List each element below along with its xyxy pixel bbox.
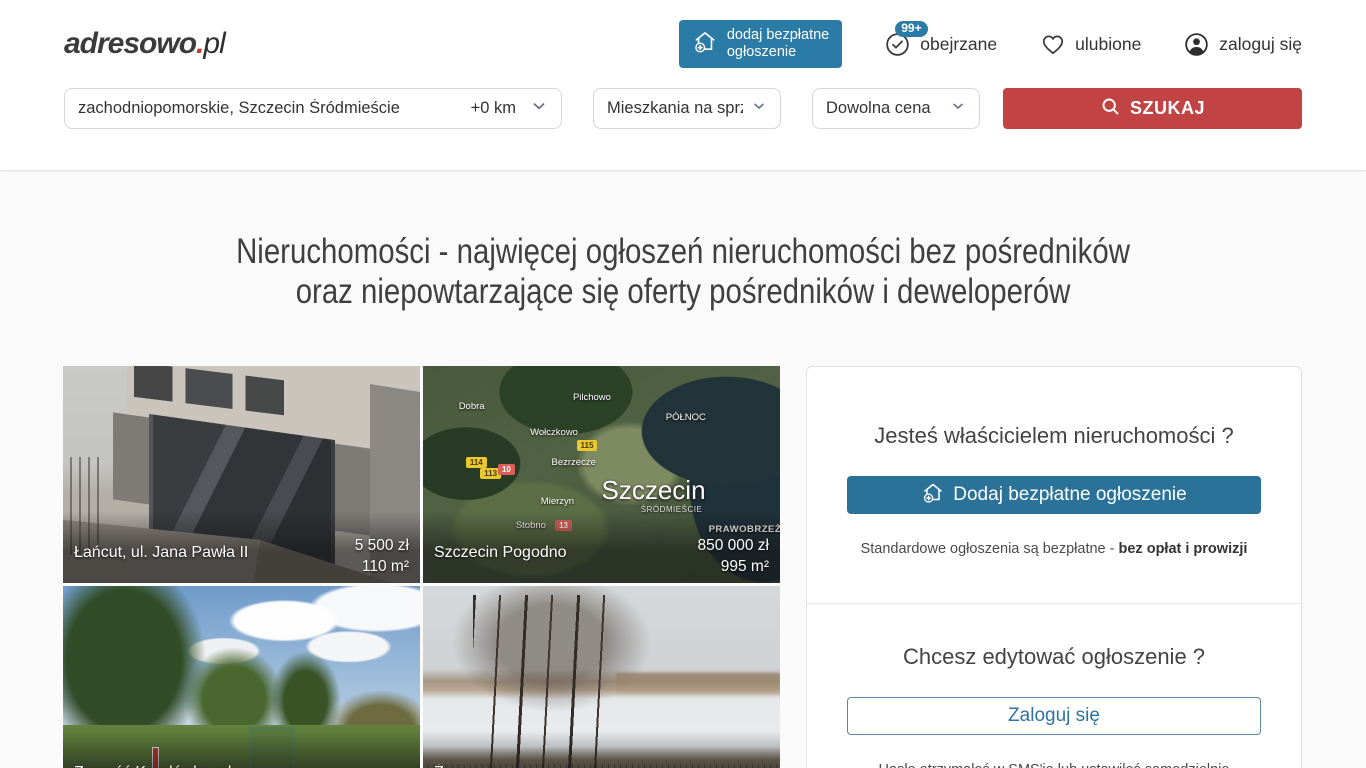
- road-badge: 114: [466, 457, 487, 468]
- listing-area: 995 m²: [697, 556, 769, 577]
- house-plus-icon: [692, 28, 718, 59]
- owner-note: Standardowe ogłoszenia są bezpłatne - be…: [847, 541, 1261, 557]
- map-town-label: Pilchowo: [573, 392, 611, 403]
- chevron-down-icon: [751, 98, 767, 119]
- listing-caption: Zamość Karolówka, ul. 160 000 zł: [63, 731, 420, 768]
- listing-card[interactable]: Zamość Karolówka, ul. 160 000 zł: [63, 586, 420, 768]
- map-town-label: Dobra: [459, 401, 485, 412]
- owner-heading: Jesteś właścicielem nieruchomości ?: [847, 423, 1261, 449]
- listing-caption: Szczecin Pogodno 850 000 zł 995 m²: [423, 511, 780, 583]
- listing-title: Szczecin Pogodno: [434, 544, 567, 562]
- listing-area: 110 m²: [355, 556, 409, 577]
- listing-card[interactable]: Żagary 258 000 zł: [423, 586, 780, 768]
- radius-value: +0 km: [471, 99, 530, 118]
- add-free-listing-label: Dodaj bezpłatne ogłoszenie: [953, 484, 1186, 506]
- favorites-label: ulubione: [1075, 34, 1141, 55]
- check-circle-icon: 99+: [884, 31, 911, 58]
- owner-section: Jesteś właścicielem nieruchomości ? Doda…: [807, 367, 1301, 603]
- viewed-link[interactable]: 99+ obejrzane: [884, 31, 997, 58]
- user-circle-icon: [1183, 31, 1210, 58]
- map-town-label: Bezrzecze: [552, 457, 596, 468]
- site-logo[interactable]: adresowo.pl: [64, 27, 225, 61]
- listing-pricing: 850 000 zł 995 m²: [697, 535, 769, 577]
- header-row: adresowo.pl dodaj bezpłatne ogłoszenie: [0, 0, 1366, 88]
- search-button[interactable]: SZUKAJ: [1003, 88, 1302, 129]
- map-town-label: Wołczkowo: [530, 427, 578, 438]
- house-plus-icon: [921, 480, 945, 510]
- heart-icon: [1039, 31, 1066, 58]
- map-town-label: Mierzyn: [541, 496, 574, 507]
- location-select[interactable]: zachodniopomorskie, Szczecin Śródmieście…: [64, 88, 562, 129]
- page-content: Nieruchomości - najwięcej ogłoszeń nieru…: [0, 170, 1366, 768]
- listing-pricing: 5 500 zł 110 m²: [355, 535, 409, 577]
- owner-panel: Jesteś właścicielem nieruchomości ? Doda…: [806, 366, 1302, 768]
- listing-title: Łańcut, ul. Jana Pawła II: [74, 544, 248, 562]
- listing-price: 850 000 zł: [697, 535, 769, 556]
- favorites-link[interactable]: ulubione: [1039, 31, 1141, 58]
- add-listing-button[interactable]: dodaj bezpłatne ogłoszenie: [679, 20, 842, 68]
- viewed-count-badge: 99+: [895, 21, 927, 37]
- road-badge: 10: [498, 464, 515, 475]
- listing-grid: Łańcut, ul. Jana Pawła II 5 500 zł 110 m…: [63, 366, 780, 768]
- edit-heading: Chcesz edytować ogłoszenie ?: [847, 644, 1261, 670]
- add-free-listing-button[interactable]: Dodaj bezpłatne ogłoszenie: [847, 476, 1261, 514]
- offer-type-value: Mieszkania na sprzedaż: [607, 99, 743, 118]
- search-icon: [1100, 96, 1121, 122]
- listing-title: Żagary: [434, 764, 484, 768]
- sidebar-login-button[interactable]: Zaloguj się: [847, 697, 1261, 735]
- add-listing-label: dodaj bezpłatne ogłoszenie: [727, 27, 829, 61]
- listing-card[interactable]: Dobra Wołczkowo Bezrzecze Pilchowo PÓŁNO…: [423, 366, 780, 583]
- listing-caption: Żagary 258 000 zł: [423, 731, 780, 768]
- chevron-down-icon: [530, 97, 548, 120]
- search-bar: zachodniopomorskie, Szczecin Śródmieście…: [0, 88, 1366, 129]
- login-link[interactable]: zaloguj się: [1183, 31, 1302, 58]
- header-actions: dodaj bezpłatne ogłoszenie 99+ obejrzane: [679, 20, 1302, 68]
- offer-type-select[interactable]: Mieszkania na sprzedaż: [593, 88, 781, 129]
- location-value: zachodniopomorskie, Szczecin Śródmieście: [78, 99, 400, 118]
- page-title: Nieruchomości - najwięcej ogłoszeń nieru…: [109, 232, 1256, 312]
- map-town-label: PÓŁNOC: [666, 412, 706, 423]
- map-city-label: Szczecin: [602, 475, 706, 506]
- logo-text: adresowo: [64, 27, 196, 60]
- edit-note: Hasło otrzymałeś w SMS'ie lub ustawiłeś …: [847, 762, 1261, 768]
- listing-price: 5 500 zł: [355, 535, 409, 556]
- road-badge: 115: [577, 440, 598, 451]
- search-button-label: SZUKAJ: [1130, 98, 1205, 119]
- price-value: Dowolna cena: [826, 99, 931, 118]
- main-area: Łańcut, ul. Jana Pawła II 5 500 zł 110 m…: [0, 366, 1366, 768]
- chevron-down-icon: [950, 98, 966, 119]
- top-bar: adresowo.pl dodaj bezpłatne ogłoszenie: [0, 0, 1366, 170]
- listing-card[interactable]: Łańcut, ul. Jana Pawła II 5 500 zł 110 m…: [63, 366, 420, 583]
- listing-title: Zamość Karolówka, ul.: [74, 764, 236, 768]
- edit-section: Chcesz edytować ogłoszenie ? Zaloguj się…: [807, 603, 1301, 768]
- login-label: zaloguj się: [1219, 34, 1302, 55]
- price-select[interactable]: Dowolna cena: [812, 88, 980, 129]
- viewed-label: obejrzane: [920, 34, 997, 55]
- logo-tld: pl: [203, 27, 224, 60]
- listing-caption: Łańcut, ul. Jana Pawła II 5 500 zł 110 m…: [63, 511, 420, 583]
